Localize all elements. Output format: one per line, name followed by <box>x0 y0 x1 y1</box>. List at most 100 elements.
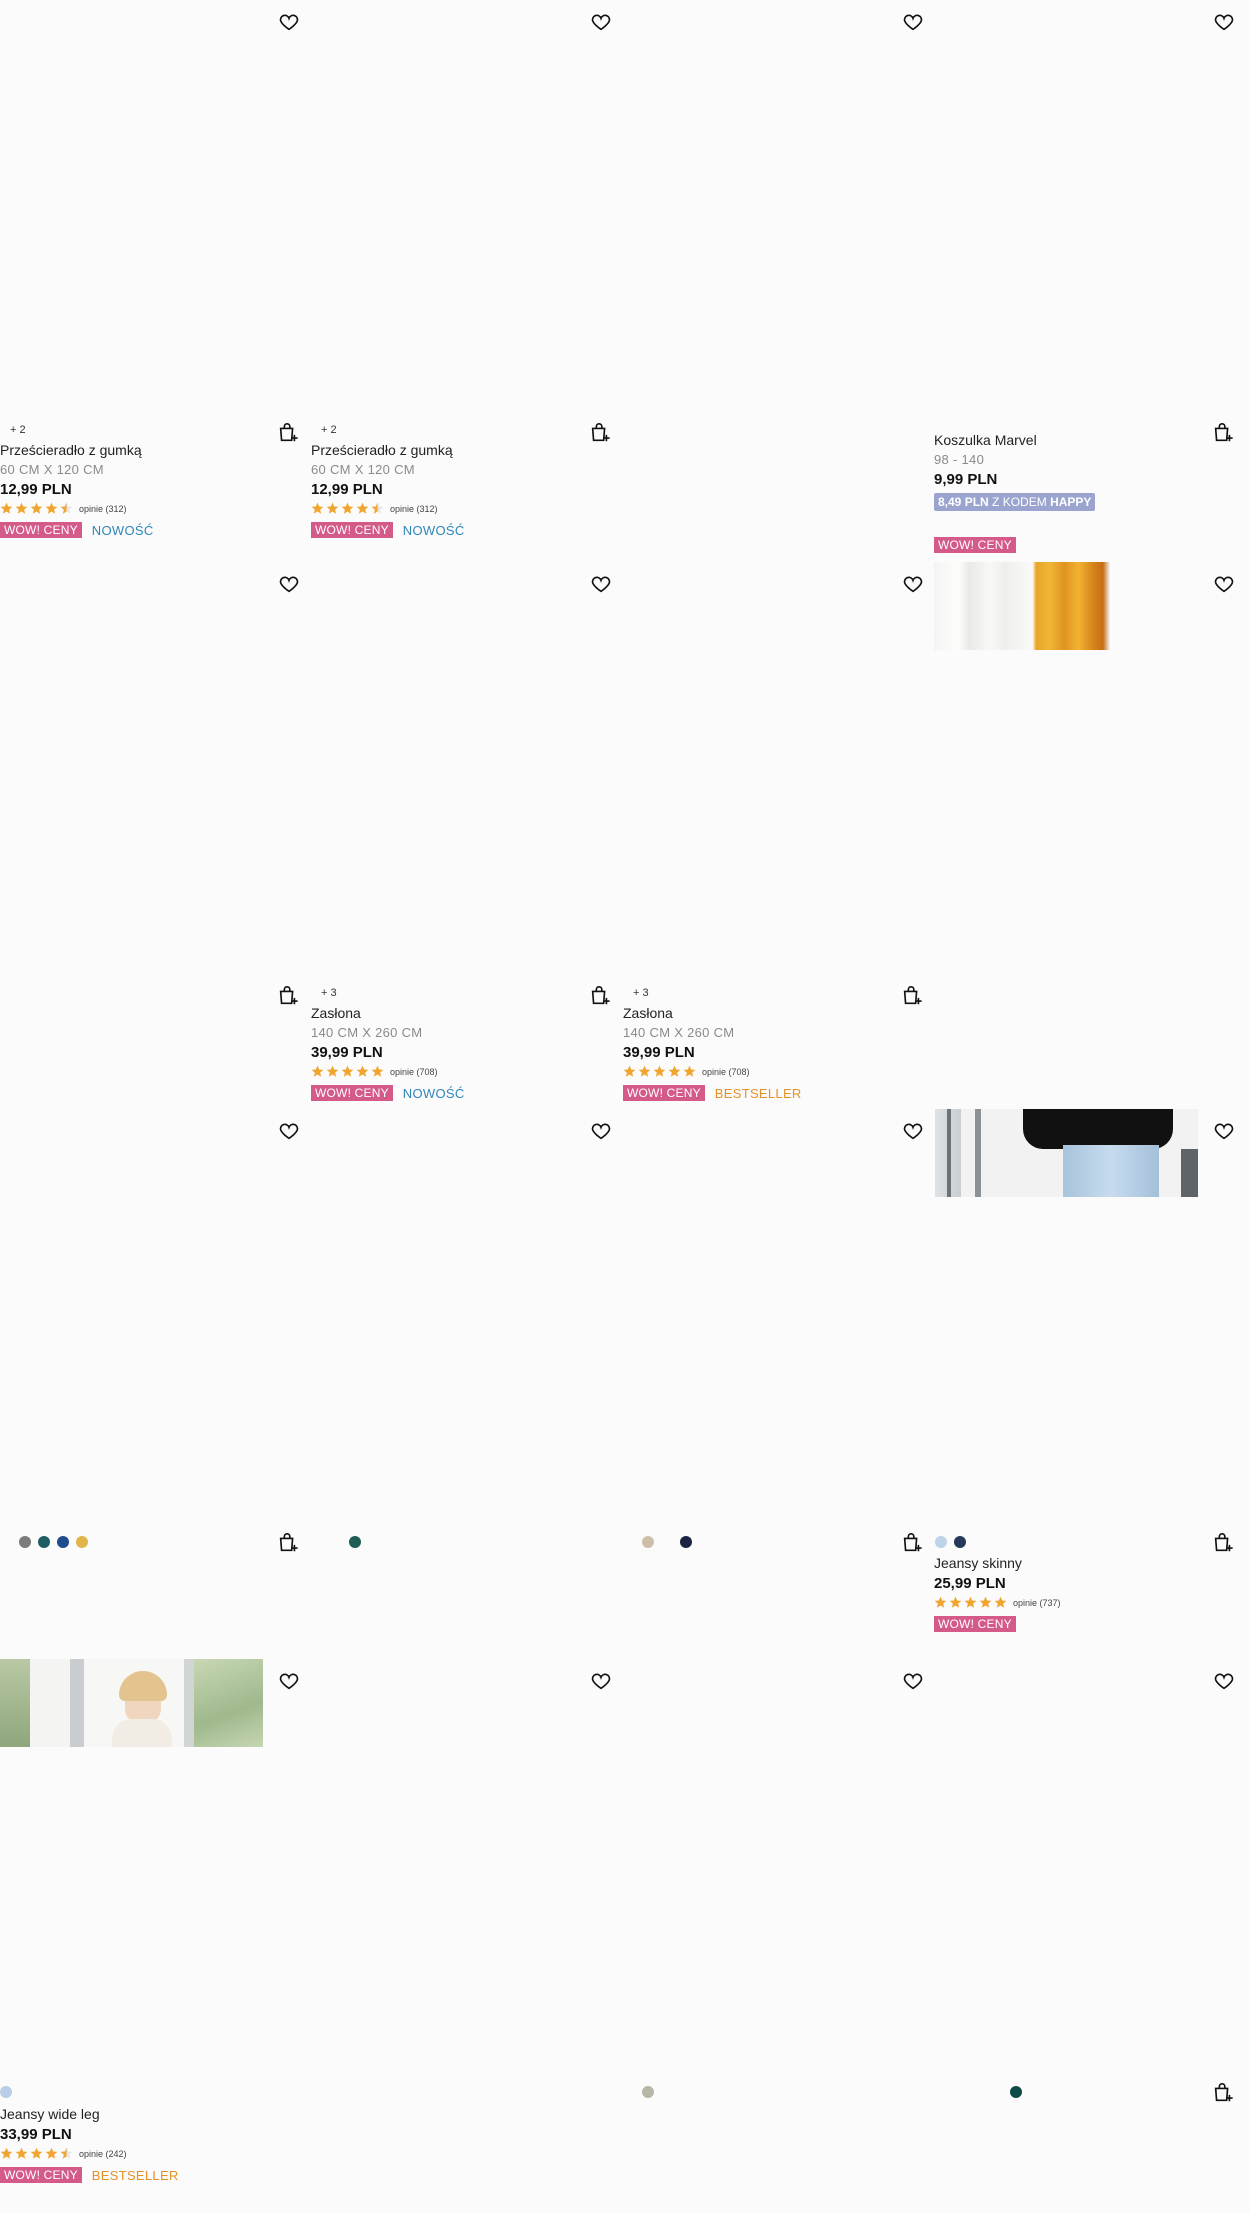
color-swatch[interactable] <box>349 1536 361 1548</box>
color-swatch[interactable] <box>0 2086 12 2098</box>
badges: WOW! CENY <box>934 1616 1016 1632</box>
color-swatch[interactable] <box>935 1536 947 1548</box>
wishlist-heart-icon[interactable] <box>590 11 612 33</box>
product-name[interactable]: Prześcieradło z gumką <box>0 442 142 458</box>
product-size: 60 CM X 120 CM <box>311 462 415 477</box>
reviews-count[interactable]: opinie (708) <box>702 1067 750 1077</box>
star-icon <box>326 502 339 514</box>
star-icon <box>964 1596 977 1608</box>
star-icon <box>949 1596 962 1608</box>
product-price: 39,99 PLN <box>311 1044 383 1061</box>
add-to-cart-bag-icon[interactable] <box>901 1532 923 1554</box>
reviews-count[interactable]: opinie (312) <box>390 504 438 514</box>
bestseller-badge: BESTSELLER <box>714 1085 802 1101</box>
more-colors-count: + 3 <box>633 987 649 999</box>
product-name[interactable]: Koszulka Marvel <box>934 432 1037 448</box>
star-icon <box>45 2147 58 2159</box>
color-swatch[interactable] <box>19 1536 31 1548</box>
wishlist-heart-icon[interactable] <box>1213 573 1235 595</box>
color-swatch[interactable] <box>38 1536 50 1548</box>
product-size: 140 CM X 260 CM <box>311 1025 423 1040</box>
product-size: 60 CM X 120 CM <box>0 462 104 477</box>
star-icon <box>341 1065 354 1077</box>
reviews-count[interactable]: opinie (708) <box>390 1067 438 1077</box>
more-colors-count: + 2 <box>321 424 337 436</box>
product-image-jeans-skinny[interactable] <box>935 1109 1198 1197</box>
color-swatch[interactable] <box>680 1536 692 1548</box>
wishlist-heart-icon[interactable] <box>902 1120 924 1142</box>
product-price: 12,99 PLN <box>311 481 383 498</box>
wow-price-badge: WOW! CENY <box>0 522 82 538</box>
wishlist-heart-icon[interactable] <box>590 573 612 595</box>
badges: WOW! CENY NOWOŚĆ <box>0 522 154 538</box>
add-to-cart-bag-icon[interactable] <box>589 422 611 444</box>
color-swatch[interactable] <box>1010 2086 1022 2098</box>
color-swatch[interactable] <box>642 1536 654 1548</box>
wishlist-heart-icon[interactable] <box>902 11 924 33</box>
wow-price-badge: WOW! CENY <box>623 1085 705 1101</box>
bestseller-badge: BESTSELLER <box>91 2167 179 2183</box>
new-badge: NOWOŚĆ <box>91 522 154 538</box>
wishlist-heart-icon[interactable] <box>1213 1670 1235 1692</box>
rating-stars: opinie (312) <box>0 502 127 515</box>
wishlist-heart-icon[interactable] <box>902 1670 924 1692</box>
add-to-cart-bag-icon[interactable] <box>901 985 923 1007</box>
product-price: 25,99 PLN <box>934 1575 1006 1592</box>
star-icon <box>979 1596 992 1608</box>
wishlist-heart-icon[interactable] <box>902 573 924 595</box>
reviews-count[interactable]: opinie (312) <box>79 504 127 514</box>
product-price: 12,99 PLN <box>0 481 72 498</box>
star-icon <box>356 502 369 514</box>
color-swatch[interactable] <box>642 2086 654 2098</box>
star-icon <box>683 1065 696 1077</box>
reviews-count[interactable]: opinie (242) <box>79 2149 127 2159</box>
wishlist-heart-icon[interactable] <box>278 573 300 595</box>
badges: WOW! CENY <box>934 537 1016 553</box>
wishlist-heart-icon[interactable] <box>278 11 300 33</box>
wow-price-badge: WOW! CENY <box>311 522 393 538</box>
product-name[interactable]: Prześcieradło z gumką <box>311 442 453 458</box>
add-to-cart-bag-icon[interactable] <box>1212 1532 1234 1554</box>
color-swatch[interactable] <box>57 1536 69 1548</box>
star-icon <box>0 502 13 514</box>
wow-price-badge: WOW! CENY <box>934 1616 1016 1632</box>
half-star-icon <box>60 502 73 514</box>
wishlist-heart-icon[interactable] <box>590 1120 612 1142</box>
star-icon <box>45 502 58 514</box>
more-colors-count: + 2 <box>10 424 26 436</box>
product-image-curtains[interactable] <box>934 562 1110 650</box>
color-swatch[interactable] <box>954 1536 966 1548</box>
product-name[interactable]: Zasłona <box>311 1005 361 1021</box>
add-to-cart-bag-icon[interactable] <box>277 422 299 444</box>
wishlist-heart-icon[interactable] <box>1213 1120 1235 1142</box>
product-size: 98 - 140 <box>934 452 985 467</box>
badges: WOW! CENY NOWOŚĆ <box>311 522 465 538</box>
product-name[interactable]: Zasłona <box>623 1005 673 1021</box>
wishlist-heart-icon[interactable] <box>590 1670 612 1692</box>
add-to-cart-bag-icon[interactable] <box>1212 2082 1234 2104</box>
coupon-price: 8,49 PLN <box>938 495 989 509</box>
rating-stars: opinie (708) <box>311 1065 438 1078</box>
reviews-count[interactable]: opinie (737) <box>1013 1598 1061 1608</box>
wishlist-heart-icon[interactable] <box>1213 11 1235 33</box>
wishlist-heart-icon[interactable] <box>278 1120 300 1142</box>
product-name[interactable]: Jeansy wide leg <box>0 2106 100 2122</box>
star-icon <box>0 2147 13 2159</box>
wishlist-heart-icon[interactable] <box>278 1670 300 1692</box>
star-icon <box>623 1065 636 1077</box>
half-star-icon <box>371 502 384 514</box>
color-swatch[interactable] <box>76 1536 88 1548</box>
product-size: 140 CM X 260 CM <box>623 1025 735 1040</box>
star-icon <box>638 1065 651 1077</box>
wow-price-badge: WOW! CENY <box>311 1085 393 1101</box>
rating-stars: opinie (312) <box>311 502 438 515</box>
add-to-cart-bag-icon[interactable] <box>1212 422 1234 444</box>
add-to-cart-bag-icon[interactable] <box>277 1532 299 1554</box>
half-star-icon <box>60 2147 73 2159</box>
product-image-jeans-wide-leg[interactable] <box>0 1659 263 1747</box>
add-to-cart-bag-icon[interactable] <box>277 985 299 1007</box>
more-colors-count: + 3 <box>321 987 337 999</box>
add-to-cart-bag-icon[interactable] <box>589 985 611 1007</box>
product-name[interactable]: Jeansy skinny <box>934 1555 1022 1571</box>
star-icon <box>311 502 324 514</box>
